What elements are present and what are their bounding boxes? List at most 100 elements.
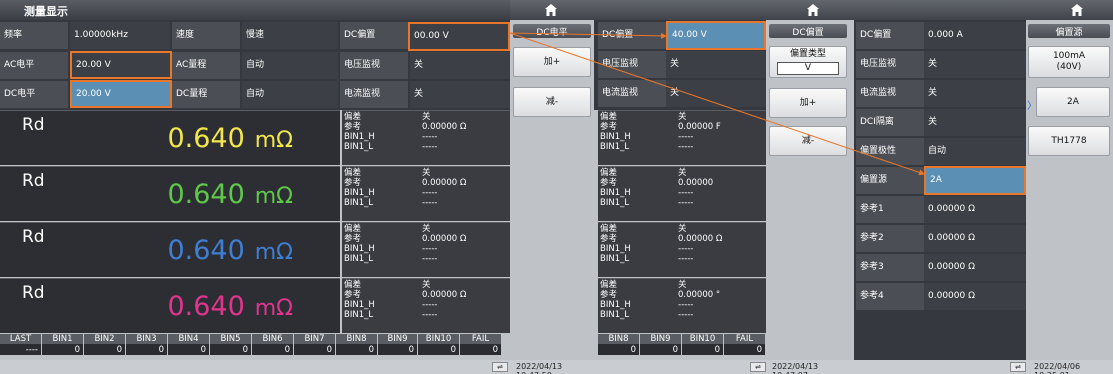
row-value[interactable]: 2A — [924, 166, 1026, 195]
row-value[interactable]: 0.00000 Ω — [924, 225, 1026, 252]
ac-range-value[interactable]: 自动 — [242, 52, 338, 79]
row-value[interactable]: 关 — [924, 80, 1026, 107]
bin-header: BIN7 — [294, 334, 335, 344]
limit-value: ----- — [422, 142, 438, 152]
row-value[interactable]: 0.00000 Ω — [924, 283, 1026, 310]
bin-count: 0 — [210, 344, 251, 355]
row-value[interactable]: 0.00000 Ω — [924, 196, 1026, 223]
panel3-top-strip — [850, 0, 1113, 20]
limit-label: 偏差 — [600, 280, 618, 290]
limit-label: 参考 — [600, 290, 618, 300]
bin-header: BIN5 — [210, 334, 251, 344]
dc-range-value[interactable]: 自动 — [242, 81, 338, 108]
bin-header: FAIL — [460, 334, 501, 344]
freq-value[interactable]: 1.00000kHz — [70, 22, 170, 49]
limit-label: 偏差 — [600, 112, 618, 122]
home-icon[interactable] — [806, 3, 820, 17]
source-2a-button[interactable]: 2A — [1036, 87, 1110, 117]
menu-header-bias-source: 偏置源 — [1028, 24, 1110, 38]
limit-value: 0.00000 Ω — [422, 122, 467, 132]
bin-header: BIN6 — [252, 334, 293, 344]
limit-value: 0.00000 Ω — [422, 290, 467, 300]
bin-count: 0 — [598, 344, 639, 355]
reading-label: Rd — [22, 171, 45, 191]
increment-button[interactable]: 加+ — [769, 88, 847, 118]
limit-label: 偏差 — [344, 112, 362, 122]
reading-box: Rd 0.640 mΩ — [0, 278, 340, 333]
voltage-monitor-label: 电压监视 — [340, 52, 408, 79]
row-label: 偏置极性 — [856, 138, 924, 165]
reading-unit: mΩ — [254, 184, 293, 209]
current-monitor-label: 电流监视 — [340, 81, 408, 108]
bin-header: BIN10 — [682, 334, 723, 344]
limit-label: BIN1_L — [344, 254, 374, 264]
reading-limits: 偏差 关参考 0.00000 Ω BIN1_H ----- BIN1_L ----- — [598, 222, 766, 277]
limit-value: 0.00000 Ω — [422, 178, 467, 188]
limit-value: ----- — [678, 198, 694, 208]
limit-label: BIN1_H — [600, 132, 631, 142]
limit-value: 0.00000 — [678, 178, 714, 188]
datetime: 2022/04/13 10:47:07 — [772, 362, 819, 374]
limit-label: BIN1_H — [344, 188, 375, 198]
bin-count: 0 — [84, 344, 125, 355]
reading-value-group: 0.640 mΩ — [78, 291, 293, 322]
dc-bias-value[interactable]: 00.00 V — [408, 22, 510, 51]
home-icon[interactable] — [1070, 3, 1084, 17]
bin-header: BIN1 — [42, 334, 83, 344]
limit-label: 参考 — [600, 234, 618, 244]
limit-label: BIN1_H — [344, 132, 375, 142]
bin-count: 0 — [336, 344, 377, 355]
home-icon[interactable] — [544, 3, 558, 17]
reading-value: 0.640 — [167, 291, 245, 322]
increment-button[interactable]: 加+ — [513, 47, 591, 77]
status-bar-3: ⇌ 2022/04/06 10:25:01 — [850, 360, 1113, 374]
datetime: 2022/04/13 10:47:50 — [516, 362, 563, 374]
bias-type-button[interactable]: 偏置类型 V — [769, 46, 847, 78]
status-bar-1: ⇌ 2022/04/13 10:47:50 — [0, 360, 594, 374]
limit-label: 偏差 — [344, 224, 362, 234]
limit-label: BIN1_H — [344, 244, 375, 254]
bias-type-value: V — [777, 62, 839, 75]
row-label: DC偏置 — [856, 22, 924, 49]
dc-bias-label: DC偏置 — [340, 22, 408, 49]
reading-unit: mΩ — [254, 240, 293, 265]
ac-range-label: AC量程 — [172, 52, 240, 79]
limit-label: BIN1_L — [600, 254, 630, 264]
voltage-monitor-value[interactable]: 关 — [410, 52, 510, 79]
reading-box: Rd 0.640 mΩ — [0, 110, 340, 165]
row-value[interactable]: 自动 — [924, 138, 1026, 165]
row-label: 偏置源 — [856, 167, 924, 194]
limit-value: ----- — [422, 254, 438, 264]
limit-value: 关 — [422, 112, 431, 122]
menu-header-dc-bias: DC偏置 — [769, 24, 847, 38]
row-value[interactable]: 0.00000 Ω — [924, 254, 1026, 281]
ac-level-value[interactable]: 20.00 V — [70, 51, 172, 79]
bin-header: BIN3 — [126, 334, 167, 344]
row-value[interactable]: 0.000 A — [924, 22, 1026, 49]
status-bar-2: ⇌ 2022/04/13 10:47:07 — [594, 360, 850, 374]
source-th1778-button[interactable]: TH1778 — [1028, 126, 1110, 156]
reading-box: Rd 0.640 mΩ — [0, 222, 340, 277]
limit-value: 关 — [422, 224, 431, 234]
reading-limits: 偏差 关参考 0.00000 Ω BIN1_H ----- BIN1_L ----- — [342, 166, 510, 221]
source-100ma-button[interactable]: 100mA (40V) — [1028, 46, 1110, 78]
dc-level-value[interactable]: 20.00 V — [70, 80, 172, 108]
row-label: 电流监视 — [856, 80, 924, 107]
bin-header: BIN8 — [336, 334, 377, 344]
row-value[interactable]: 关 — [924, 109, 1026, 136]
current-monitor-value[interactable]: 关 — [410, 81, 510, 108]
decrement-button[interactable]: 减- — [513, 87, 591, 117]
speed-value[interactable]: 慢速 — [242, 22, 338, 49]
limit-label: BIN1_H — [600, 300, 631, 310]
decrement-button[interactable]: 减- — [769, 126, 847, 156]
row-value[interactable]: 关 — [666, 80, 766, 107]
dc-range-label: DC量程 — [172, 81, 240, 108]
limit-label: 偏差 — [600, 168, 618, 178]
row-value[interactable]: 关 — [924, 51, 1026, 78]
limit-label: BIN1_L — [344, 142, 374, 152]
row-label: 电压监视 — [856, 51, 924, 78]
reading-unit: mΩ — [254, 128, 293, 153]
row-value[interactable]: 40.00 V — [666, 21, 766, 50]
limit-value: ----- — [678, 142, 694, 152]
row-value[interactable]: 关 — [666, 51, 766, 78]
